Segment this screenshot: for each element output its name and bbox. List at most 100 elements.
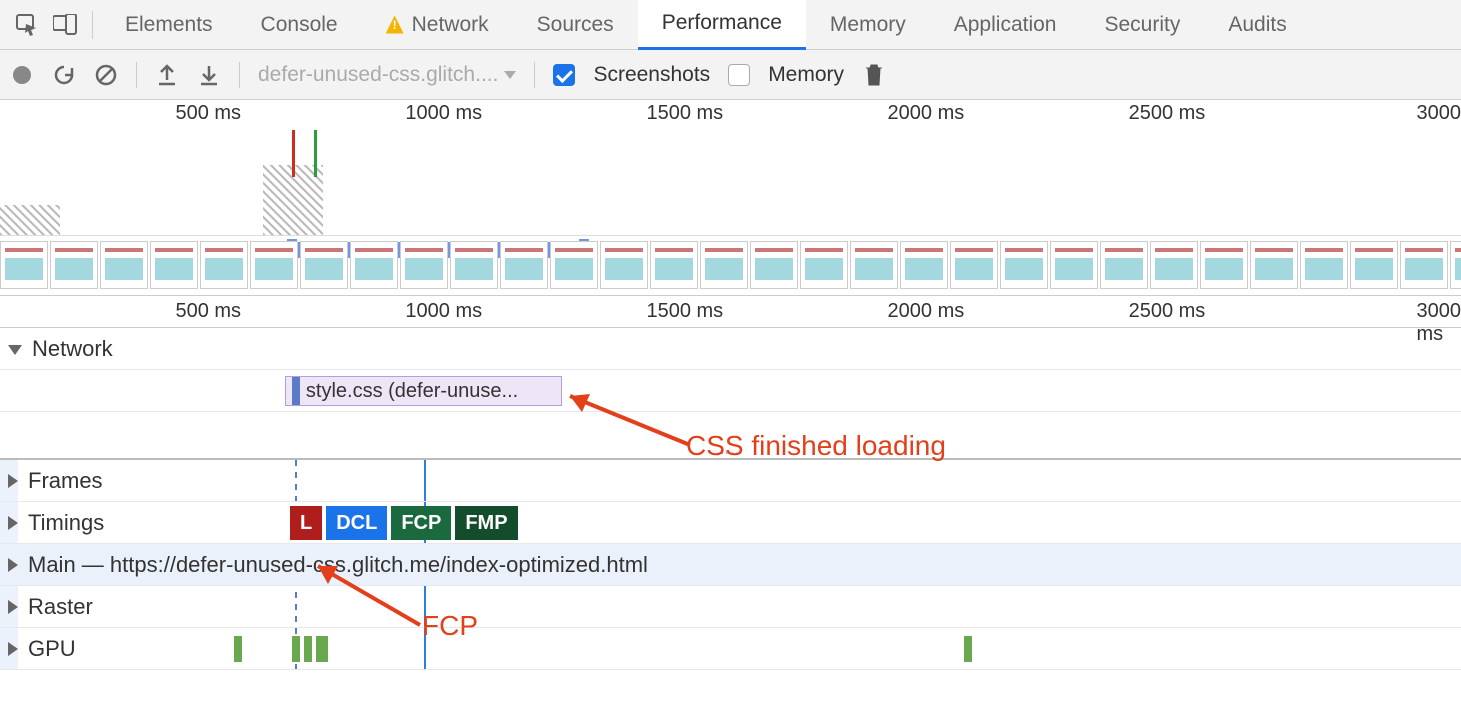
ov-tick: 2000 ms bbox=[888, 102, 965, 125]
recording-select[interactable]: defer-unused-css.glitch.... bbox=[258, 63, 516, 87]
annotation-fcp: FCP bbox=[422, 610, 478, 642]
record-button[interactable] bbox=[10, 63, 34, 87]
request-bar bbox=[292, 377, 300, 405]
filmstrip-thumbnail[interactable] bbox=[300, 241, 348, 289]
inspect-icon[interactable] bbox=[8, 6, 46, 44]
trash-icon[interactable] bbox=[862, 63, 886, 87]
tab-performance[interactable]: Performance bbox=[638, 0, 806, 50]
request-label: style.css (defer-unuse... bbox=[306, 380, 518, 403]
disclosure-icon bbox=[8, 345, 22, 355]
raster-track-label: Raster bbox=[28, 594, 93, 620]
chevron-down-icon bbox=[504, 71, 516, 79]
filmstrip-thumbnail[interactable] bbox=[1250, 241, 1298, 289]
upload-icon[interactable] bbox=[155, 63, 179, 87]
frames-track-header[interactable]: Frames bbox=[0, 460, 1461, 502]
filmstrip-thumbnail[interactable] bbox=[100, 241, 148, 289]
filmstrip[interactable] bbox=[0, 237, 1461, 295]
timeline-ruler: 500 ms 1000 ms 1500 ms 2000 ms 2500 ms 3… bbox=[0, 296, 1461, 328]
tab-sources[interactable]: Sources bbox=[513, 0, 638, 50]
network-row: style.css (defer-unuse... bbox=[0, 370, 1461, 412]
badge-fmp[interactable]: FMP bbox=[455, 506, 517, 540]
screenshots-checkbox[interactable] bbox=[553, 64, 575, 86]
tab-audits[interactable]: Audits bbox=[1204, 0, 1310, 50]
tab-network[interactable]: Network bbox=[362, 0, 513, 50]
devtools-tabs: Elements Console Network Sources Perform… bbox=[0, 0, 1461, 50]
tab-network-label: Network bbox=[412, 13, 489, 37]
toolbar-divider bbox=[239, 62, 240, 88]
overview-cpu-chart bbox=[0, 130, 1461, 236]
tl-tick: 1500 ms bbox=[646, 300, 723, 323]
raster-track-header[interactable]: Raster bbox=[0, 586, 1461, 628]
filmstrip-thumbnail[interactable] bbox=[1400, 241, 1448, 289]
device-toggle-icon[interactable] bbox=[46, 6, 84, 44]
tab-memory[interactable]: Memory bbox=[806, 0, 930, 50]
filmstrip-thumbnail[interactable] bbox=[650, 241, 698, 289]
filmstrip-thumbnail[interactable] bbox=[1100, 241, 1148, 289]
filmstrip-thumbnail[interactable] bbox=[0, 241, 48, 289]
filmstrip-thumbnail[interactable] bbox=[850, 241, 898, 289]
tl-tick: 500 ms bbox=[175, 300, 241, 323]
disclosure-icon bbox=[8, 474, 18, 488]
timing-badges: L DCL FCP FMP bbox=[290, 502, 518, 544]
filmstrip-thumbnail[interactable] bbox=[1000, 241, 1048, 289]
timings-track-label: Timings bbox=[28, 510, 104, 536]
memory-checkbox[interactable] bbox=[728, 64, 750, 86]
toolbar-divider bbox=[534, 62, 535, 88]
recording-name: defer-unused-css.glitch.... bbox=[258, 63, 498, 87]
filmstrip-thumbnail[interactable] bbox=[1200, 241, 1248, 289]
filmstrip-thumbnail[interactable] bbox=[1350, 241, 1398, 289]
filmstrip-thumbnail[interactable] bbox=[1450, 241, 1461, 289]
filmstrip-thumbnail[interactable] bbox=[400, 241, 448, 289]
badge-fcp[interactable]: FCP bbox=[391, 506, 451, 540]
filmstrip-thumbnail[interactable] bbox=[750, 241, 798, 289]
disclosure-icon bbox=[8, 516, 18, 530]
filmstrip-thumbnail[interactable] bbox=[1050, 241, 1098, 289]
tab-divider bbox=[92, 11, 93, 39]
ov-tick: 1500 ms bbox=[646, 102, 723, 125]
arrow-fcp bbox=[310, 560, 440, 640]
filmstrip-thumbnail[interactable] bbox=[1300, 241, 1348, 289]
filmstrip-thumbnail[interactable] bbox=[350, 241, 398, 289]
tab-security[interactable]: Security bbox=[1080, 0, 1204, 50]
download-icon[interactable] bbox=[197, 63, 221, 87]
overview-load-marker bbox=[292, 130, 295, 177]
filmstrip-thumbnail[interactable] bbox=[450, 241, 498, 289]
ov-tick: 2500 ms bbox=[1129, 102, 1206, 125]
filmstrip-thumbnail[interactable] bbox=[250, 241, 298, 289]
tab-console[interactable]: Console bbox=[237, 0, 362, 50]
memory-label: Memory bbox=[768, 63, 844, 87]
ov-tick: 1000 ms bbox=[405, 102, 482, 125]
filmstrip-thumbnail[interactable] bbox=[1150, 241, 1198, 289]
filmstrip-thumbnail[interactable] bbox=[150, 241, 198, 289]
tab-elements[interactable]: Elements bbox=[101, 0, 237, 50]
warning-icon bbox=[386, 16, 404, 34]
filmstrip-thumbnail[interactable] bbox=[550, 241, 598, 289]
network-request-stylecss[interactable]: style.css (defer-unuse... bbox=[285, 376, 563, 406]
overview-pane[interactable]: 500 ms 1000 ms 1500 ms 2000 ms 2500 ms 3… bbox=[0, 100, 1461, 296]
network-track-header[interactable]: Network bbox=[0, 328, 1461, 370]
frames-track-label: Frames bbox=[28, 468, 103, 494]
filmstrip-thumbnail[interactable] bbox=[600, 241, 648, 289]
tl-tick: 1000 ms bbox=[405, 300, 482, 323]
tab-application[interactable]: Application bbox=[930, 0, 1081, 50]
gpu-track-header[interactable]: GPU bbox=[0, 628, 1461, 670]
reload-icon[interactable] bbox=[52, 63, 76, 87]
tl-tick: 2500 ms bbox=[1129, 300, 1206, 323]
filmstrip-thumbnail[interactable] bbox=[200, 241, 248, 289]
badge-load[interactable]: L bbox=[290, 506, 322, 540]
screenshots-label: Screenshots bbox=[593, 63, 710, 87]
filmstrip-thumbnail[interactable] bbox=[800, 241, 848, 289]
filmstrip-thumbnail[interactable] bbox=[900, 241, 948, 289]
overview-fcp-marker bbox=[314, 130, 317, 177]
performance-toolbar: defer-unused-css.glitch.... Screenshots … bbox=[0, 50, 1461, 100]
main-track-header[interactable]: Main — https://defer-unused-css.glitch.m… bbox=[0, 544, 1461, 586]
disclosure-icon bbox=[8, 600, 18, 614]
filmstrip-thumbnail[interactable] bbox=[950, 241, 998, 289]
clear-icon[interactable] bbox=[94, 63, 118, 87]
filmstrip-thumbnail[interactable] bbox=[500, 241, 548, 289]
filmstrip-thumbnail[interactable] bbox=[50, 241, 98, 289]
flame-chart-area[interactable]: 500 ms 1000 ms 1500 ms 2000 ms 2500 ms 3… bbox=[0, 296, 1461, 670]
filmstrip-thumbnail[interactable] bbox=[700, 241, 748, 289]
badge-dcl[interactable]: DCL bbox=[326, 506, 387, 540]
timings-track-header[interactable]: Timings L DCL FCP FMP bbox=[0, 502, 1461, 544]
